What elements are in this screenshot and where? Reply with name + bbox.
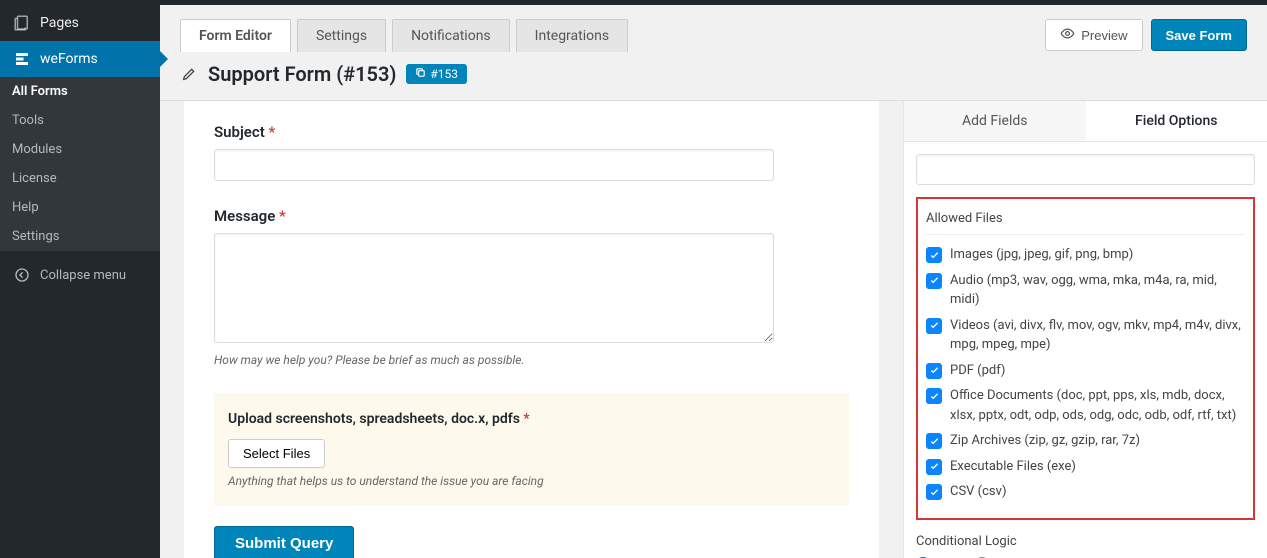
field-label: Subject *	[214, 123, 849, 141]
allowed-file-label: Executable Files (exe)	[950, 457, 1076, 477]
id-badge-text: #153	[430, 67, 458, 81]
allowed-files-section: Allowed Files Images (jpg, jpeg, gif, pn…	[916, 197, 1255, 520]
collapse-menu-label: Collapse menu	[40, 268, 126, 283]
select-files-button[interactable]: Select Files	[228, 439, 325, 468]
option-search-input[interactable]	[916, 154, 1255, 185]
allowed-file-label: PDF (pdf)	[950, 361, 1005, 381]
subject-input[interactable]	[214, 149, 774, 181]
editor-tab[interactable]: Integrations	[516, 19, 628, 52]
conditional-logic-section: Conditional Logic Yes No	[916, 534, 1255, 558]
sidebar-item-label: weForms	[40, 51, 98, 67]
preview-label: Preview	[1081, 28, 1127, 43]
save-form-button[interactable]: Save Form	[1151, 19, 1247, 51]
form-title-row: Support Form (#153) #153	[160, 52, 1267, 100]
allowed-file-row: Executable Files (exe)	[926, 457, 1245, 477]
submenu-item[interactable]: Tools	[0, 106, 160, 135]
submit-button[interactable]: Submit Query	[214, 526, 354, 558]
sidebar-item-pages[interactable]: Pages	[0, 5, 160, 41]
field-label: Upload screenshots, spreadsheets, doc.x,…	[228, 411, 835, 427]
upload-field[interactable]: Upload screenshots, spreadsheets, doc.x,…	[214, 393, 849, 506]
checkbox[interactable]	[926, 388, 942, 404]
right-panel: Add Fields Field Options Allowed Files I…	[903, 100, 1267, 558]
form-id-badge[interactable]: #153	[406, 64, 467, 84]
checkbox[interactable]	[926, 247, 942, 263]
allowed-file-row: Audio (mp3, wav, ogg, wma, mka, m4a, ra,…	[926, 271, 1245, 310]
allowed-file-label: Audio (mp3, wav, ogg, wma, mka, m4a, ra,…	[950, 271, 1245, 310]
checkbox[interactable]	[926, 484, 942, 500]
allowed-file-row: PDF (pdf)	[926, 361, 1245, 381]
admin-sidebar: Pages weForms All FormsToolsModulesLicen…	[0, 5, 160, 558]
save-label: Save Form	[1166, 28, 1232, 43]
allowed-file-row: Videos (avi, divx, flv, mov, ogv, mkv, m…	[926, 316, 1245, 355]
allowed-file-label: Office Documents (doc, ppt, pps, xls, md…	[950, 386, 1245, 425]
allowed-file-row: Office Documents (doc, ppt, pps, xls, md…	[926, 386, 1245, 425]
collapse-icon	[12, 265, 32, 285]
collapse-menu-button[interactable]: Collapse menu	[0, 257, 160, 293]
editor-tab[interactable]: Form Editor	[180, 19, 291, 52]
checkbox[interactable]	[926, 318, 942, 334]
editor-tab[interactable]: Notifications	[392, 19, 510, 52]
checkbox[interactable]	[926, 273, 942, 289]
submenu-item[interactable]: All Forms	[0, 77, 160, 106]
allowed-file-label: Videos (avi, divx, flv, mov, ogv, mkv, m…	[950, 316, 1245, 355]
submenu-item[interactable]: Modules	[0, 135, 160, 164]
allowed-file-label: Images (jpg, jpeg, gif, png, bmp)	[950, 245, 1133, 265]
copy-icon	[415, 67, 426, 81]
pages-icon	[12, 13, 32, 33]
message-textarea[interactable]	[214, 233, 774, 343]
message-field[interactable]: Message * How may we help you? Please be…	[214, 207, 849, 367]
submenu-item[interactable]: Settings	[0, 222, 160, 251]
sidebar-item-label: Pages	[40, 15, 79, 31]
editor-tabs: Form EditorSettingsNotificationsIntegrat…	[160, 5, 1267, 52]
weforms-icon	[12, 49, 32, 69]
checkbox[interactable]	[926, 363, 942, 379]
subject-field[interactable]: Subject *	[214, 123, 849, 181]
checkbox[interactable]	[926, 433, 942, 449]
allowed-file-label: Zip Archives (zip, gz, gzip, rar, 7z)	[950, 431, 1140, 451]
tab-field-options[interactable]: Field Options	[1086, 101, 1267, 141]
submenu-item[interactable]: License	[0, 164, 160, 193]
tab-add-fields[interactable]: Add Fields	[904, 101, 1086, 141]
submenu-item[interactable]: Help	[0, 193, 160, 222]
field-label: Message *	[214, 207, 849, 225]
sidebar-item-weforms[interactable]: weForms	[0, 41, 160, 77]
allowed-file-row: Zip Archives (zip, gz, gzip, rar, 7z)	[926, 431, 1245, 451]
allowed-file-label: CSV (csv)	[950, 482, 1006, 502]
section-title: Allowed Files	[926, 205, 1245, 235]
section-title: Conditional Logic	[916, 534, 1255, 549]
allowed-file-row: Images (jpg, jpeg, gif, png, bmp)	[926, 245, 1245, 265]
page-title: Support Form (#153)	[208, 62, 396, 86]
checkbox[interactable]	[926, 459, 942, 475]
eye-icon	[1060, 26, 1075, 44]
form-canvas: Subject * Message * How may we help you?…	[160, 100, 903, 558]
editor-tab[interactable]: Settings	[297, 19, 386, 52]
allowed-file-row: CSV (csv)	[926, 482, 1245, 502]
pencil-icon[interactable]	[180, 65, 198, 83]
field-help: Anything that helps us to understand the…	[228, 474, 835, 488]
preview-button[interactable]: Preview	[1045, 19, 1142, 51]
sidebar-submenu: All FormsToolsModulesLicenseHelpSettings	[0, 77, 160, 251]
field-help: How may we help you? Please be brief as …	[214, 353, 849, 367]
